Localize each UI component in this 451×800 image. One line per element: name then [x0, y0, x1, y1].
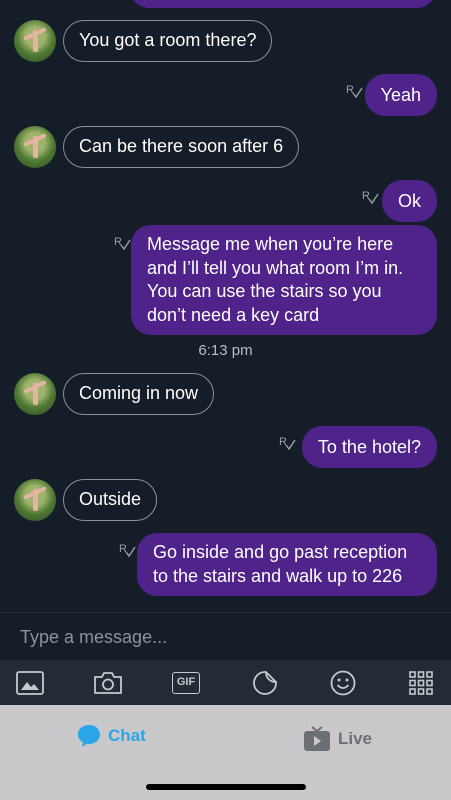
tab-live-label: Live — [338, 729, 373, 748]
home-indicator[interactable] — [146, 784, 306, 790]
contact-avatar[interactable] — [14, 20, 56, 62]
contact-avatar[interactable] — [14, 126, 56, 168]
incoming-message[interactable]: Can be there soon after 6 — [63, 126, 300, 168]
message-line: Go inside and go past reception — [153, 542, 408, 562]
message-line: Message me when you’re here — [147, 234, 394, 254]
tv-icon — [304, 726, 330, 751]
tab-chat[interactable]: Chat — [76, 719, 146, 753]
svg-text:R: R — [114, 236, 122, 248]
svg-text:R: R — [119, 543, 127, 555]
message-input[interactable] — [0, 613, 451, 661]
message-timestamp: 6:13 pm — [198, 342, 253, 359]
incoming-message[interactable]: Coming in now — [63, 373, 215, 415]
svg-text:R: R — [362, 190, 370, 202]
outgoing-message[interactable]: Message me when you’re here and I’ll tel… — [131, 225, 437, 335]
read-receipt-icon: R — [113, 234, 131, 252]
gif-icon[interactable]: GIF — [171, 668, 201, 698]
contact-avatar[interactable] — [14, 479, 56, 521]
previous-message-bubble — [130, 0, 436, 8]
outgoing-message[interactable]: Ok — [381, 180, 437, 222]
tab-chat-label: Chat — [108, 726, 146, 745]
attachment-toolbar: GIF — [0, 660, 451, 705]
read-receipt-icon: R — [118, 541, 136, 559]
message-composer — [0, 612, 451, 661]
outgoing-message[interactable]: Go inside and go past reception to the s… — [137, 533, 437, 596]
read-receipt-icon: R — [278, 434, 296, 452]
incoming-message[interactable]: Outside — [63, 479, 158, 521]
message-line: You can use the stairs so you — [147, 281, 382, 301]
read-receipt-icon: R — [345, 82, 363, 100]
message-line: don’t need a key card — [147, 304, 320, 325]
message-list[interactable]: You got a room there? R Yeah Can be ther… — [0, 0, 451, 612]
grid-icon[interactable] — [406, 668, 436, 698]
incoming-message[interactable]: You got a room there? — [63, 20, 273, 62]
sticker-icon[interactable] — [250, 668, 280, 698]
emoji-icon[interactable] — [328, 668, 358, 698]
chat-bubble-icon — [78, 725, 100, 747]
svg-text:R: R — [279, 436, 287, 448]
image-icon[interactable] — [15, 668, 45, 698]
message-line: and I’ll tell you what room I’m in. — [147, 257, 404, 278]
svg-text:R: R — [346, 84, 354, 96]
camera-icon[interactable] — [93, 668, 123, 698]
read-receipt-icon: R — [361, 188, 379, 206]
message-line: to the stairs and walk up to 226 — [153, 565, 403, 586]
outgoing-message[interactable]: To the hotel? — [301, 426, 437, 468]
gif-label: GIF — [172, 672, 200, 694]
tab-live[interactable]: Live — [302, 722, 372, 756]
contact-avatar[interactable] — [14, 373, 56, 415]
outgoing-message[interactable]: Yeah — [364, 74, 437, 116]
